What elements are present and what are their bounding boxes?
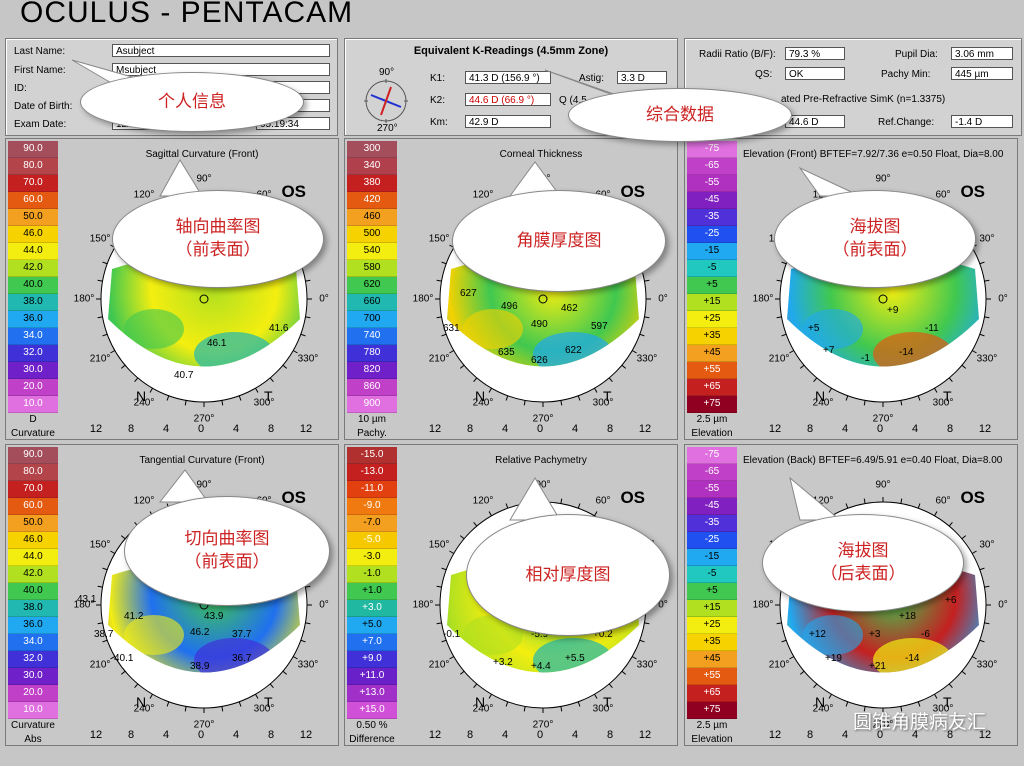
callout-axial-line2: （前表面） [175,240,261,260]
callout-tang-line2: （前表面） [184,552,270,572]
callout-summary-text: 综合数据 [646,104,714,125]
watermark: 圆锥角膜病友汇 [852,711,986,733]
callout-thickness-text: 角膜厚度图 [516,230,602,251]
callout-summary: 综合数据 [568,88,792,142]
callout-elevation-back: 海拔图 （后表面） [762,514,964,612]
callout-tang-line1: 切向曲率图 [184,529,270,549]
callout-elevf-line2: （前表面） [832,240,918,260]
callout-personal-info: 个人信息 [80,72,304,132]
callout-personal-text: 个人信息 [158,91,226,112]
callout-rel-pachy: 相对厚度图 [466,514,670,636]
callout-axial-line1: 轴向曲率图 [175,217,261,237]
callout-elevation-front: 海拔图 （前表面） [774,190,976,288]
callout-tangential: 切向曲率图 （前表面） [124,496,330,606]
callout-relpachy-text: 相对厚度图 [525,564,611,585]
callout-elevf-line1: 海拔图 [849,217,901,237]
callout-elevb-line2: （后表面） [820,564,906,584]
callout-elevb-line1: 海拔图 [837,541,889,561]
callout-thickness: 角膜厚度图 [452,190,666,292]
callout-axial: 轴向曲率图 （前表面） [112,190,324,288]
